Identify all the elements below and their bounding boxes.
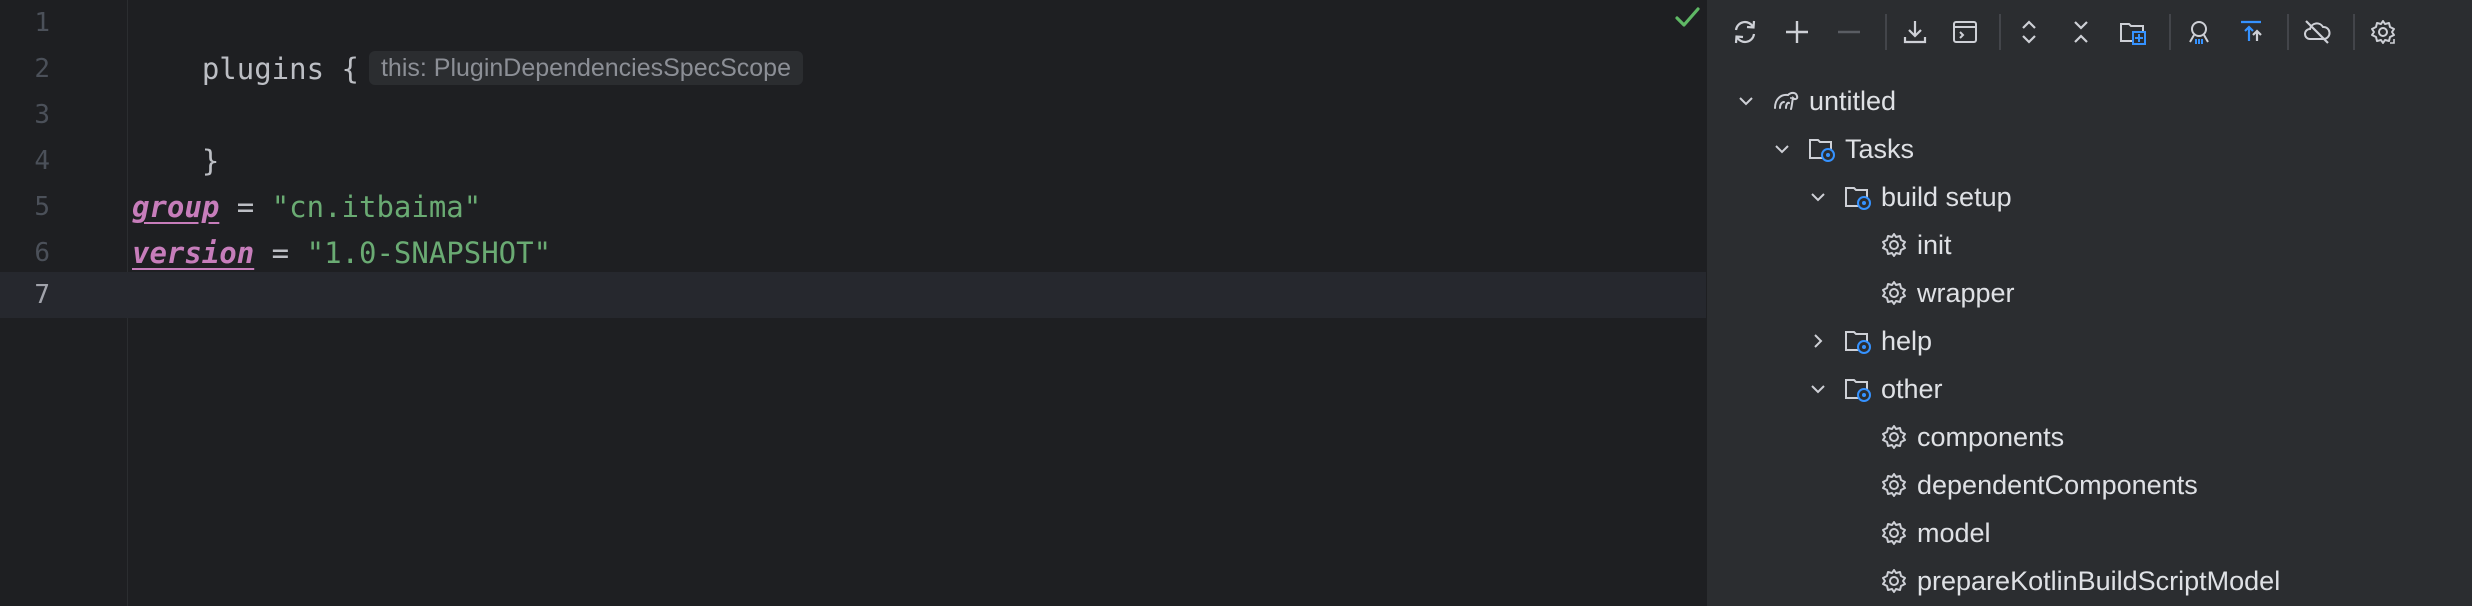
task-folder-icon [1843, 326, 1873, 356]
tree-node-tasks[interactable]: Tasks [1771, 125, 1914, 173]
tree-node-label: untitled [1809, 85, 1897, 116]
tree-node-label: init [1917, 229, 1952, 260]
tree-node-label: model [1917, 517, 1991, 548]
toolbar-separator [1885, 14, 1887, 50]
sync-icon[interactable] [1727, 14, 1763, 50]
task-folder-icon [1807, 134, 1837, 164]
code-text: plugins { [201, 52, 359, 86]
tree-node-task[interactable]: dependentComponents [1879, 461, 2198, 509]
gear-icon [1879, 278, 1909, 308]
tree-node-task[interactable]: init [1879, 221, 1952, 269]
tree-node-task[interactable]: components [1879, 413, 2064, 461]
dependency-analyzer-icon[interactable] [2181, 14, 2217, 50]
string-literal: "cn.itbaima" [271, 190, 482, 224]
tree-node-group-other[interactable]: other [1807, 365, 1943, 413]
inlay-type-hint[interactable]: this: PluginDependenciesSpecScope [368, 51, 803, 85]
chevron-right-icon[interactable] [1807, 330, 1829, 352]
line-number: 6 [34, 238, 50, 268]
offline-cloud-icon[interactable] [2299, 14, 2335, 50]
chevron-down-icon[interactable] [1807, 186, 1829, 208]
chevron-down-icon[interactable] [1735, 90, 1757, 112]
tree-node-label: dependentComponents [1917, 469, 2198, 500]
tree-node-label: other [1881, 373, 1943, 404]
toolbar-separator [2353, 14, 2355, 50]
gear-icon [1879, 566, 1909, 596]
toggle-offline-icon[interactable] [2233, 14, 2269, 50]
current-line-highlight [0, 272, 1706, 318]
download-icon[interactable] [1897, 14, 1933, 50]
task-folder-icon [1843, 182, 1873, 212]
plus-icon[interactable] [1779, 14, 1815, 50]
chevron-down-icon[interactable] [1771, 138, 1793, 160]
gear-icon [1879, 230, 1909, 260]
line-number: 3 [34, 100, 50, 130]
tree-node-project-root[interactable]: untitled [1735, 77, 1896, 125]
settings-icon[interactable] [2365, 14, 2401, 50]
gradle-toolbar [1707, 0, 2472, 64]
tree-node-label: build setup [1881, 181, 2012, 212]
code-line-5[interactable]: group = "cn.itbaima" [132, 184, 481, 230]
tree-node-group-build-setup[interactable]: build setup [1807, 173, 2012, 221]
toolbar-separator [2169, 14, 2171, 50]
operator: = [219, 190, 272, 224]
tree-node-label: components [1917, 421, 2065, 452]
folder-link-icon[interactable] [2115, 14, 2151, 50]
operator: = [254, 236, 307, 270]
gradle-tool-window: untitled Tasks build setup init wrapper … [1706, 0, 2472, 606]
property-name[interactable]: group [132, 190, 219, 224]
string-literal: "1.0-SNAPSHOT" [306, 236, 552, 270]
code-editor[interactable]: 1 2 3 4 5 6 7 plugins { this: PluginDepen… [0, 0, 1706, 606]
chevron-down-icon[interactable] [1807, 378, 1829, 400]
code-line-1[interactable]: plugins { this: PluginDependenciesSpecSco… [132, 0, 803, 138]
tree-node-label: wrapper [1917, 277, 2015, 308]
tree-node-label: Tasks [1845, 133, 1915, 164]
tree-node-task[interactable]: wrapper [1879, 269, 2015, 317]
line-number-active: 7 [34, 280, 50, 310]
check-icon[interactable] [1672, 2, 1702, 32]
minus-icon[interactable] [1831, 14, 1867, 50]
tree-node-label: prepareKotlinBuildScriptModel [1917, 565, 2281, 596]
property-name[interactable]: version [132, 236, 254, 270]
tree-node-task[interactable]: model [1879, 509, 1991, 557]
gear-icon [1879, 422, 1909, 452]
gear-icon [1879, 470, 1909, 500]
tree-node-task[interactable]: prepareKotlinBuildScriptModel [1879, 557, 2280, 605]
tree-node-group-help[interactable]: help [1807, 317, 1932, 365]
gear-icon [1879, 518, 1909, 548]
collapse-all-icon[interactable] [2063, 14, 2099, 50]
line-number: 1 [34, 8, 50, 38]
line-number: 4 [34, 146, 50, 176]
code-line-6[interactable]: version = "1.0-SNAPSHOT" [132, 230, 551, 276]
expand-all-icon[interactable] [2011, 14, 2047, 50]
code-text: } [201, 144, 220, 178]
line-number: 2 [34, 54, 50, 84]
gradle-elephant-icon [1771, 86, 1801, 116]
line-number: 5 [34, 192, 50, 222]
toolbar-separator [1999, 14, 2001, 50]
toolbar-separator [2287, 14, 2289, 50]
terminal-icon[interactable] [1947, 14, 1983, 50]
task-folder-icon [1843, 374, 1873, 404]
tree-node-label: help [1881, 325, 1933, 356]
